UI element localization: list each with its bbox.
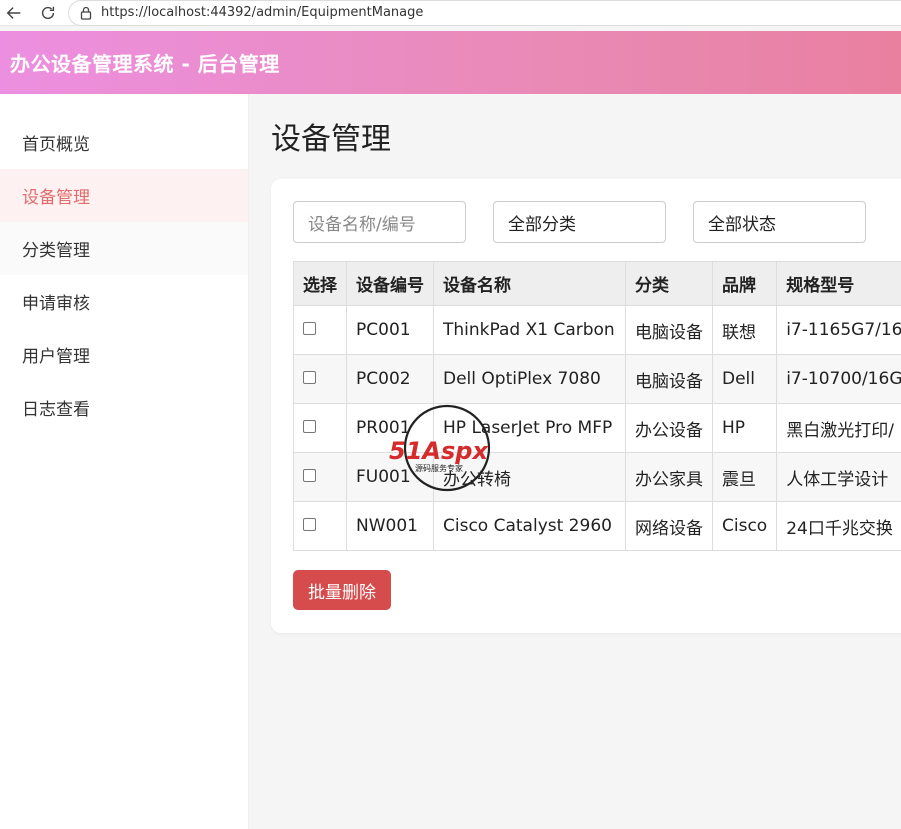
cell-brand: Cisco: [711, 501, 778, 551]
cell-name: Cisco Catalyst 2960: [433, 501, 626, 551]
sidebar-item-users[interactable]: 用户管理: [0, 328, 248, 381]
equipment-card: 设备名称/编号 全部分类 全部状态 选择 设备编号 设备名称 分类 品牌 规格型…: [271, 179, 901, 633]
cell-name: Dell OptiPlex 7080: [433, 354, 626, 404]
header-spec: 规格型号: [776, 261, 901, 306]
header-select: 选择: [293, 261, 347, 306]
filter-bar: 设备名称/编号 全部分类 全部状态: [293, 201, 866, 243]
cell-category: 办公家具: [625, 452, 713, 502]
cell-name: HP LaserJet Pro MFP: [433, 403, 626, 453]
sidebar-item-categories[interactable]: 分类管理: [0, 222, 248, 275]
cell-brand: 联想: [711, 305, 778, 355]
sidebar: 首页概览 设备管理 分类管理 申请审核 用户管理 日志查看: [0, 94, 249, 829]
row-checkbox[interactable]: [303, 469, 316, 482]
reload-icon[interactable]: [36, 1, 60, 25]
header-brand: 品牌: [711, 261, 778, 306]
cell-code: FU001: [346, 452, 434, 502]
cell-code: PR001: [346, 403, 434, 453]
back-icon[interactable]: [2, 1, 26, 25]
cell-category: 办公设备: [625, 403, 713, 453]
sidebar-item-equipment[interactable]: 设备管理: [0, 169, 248, 222]
cell-name: 办公转椅: [433, 452, 626, 502]
search-input[interactable]: 设备名称/编号: [293, 201, 466, 243]
cell-spec: 黑白激光打印/: [776, 403, 901, 453]
category-select[interactable]: 全部分类: [493, 201, 666, 243]
cell-spec: 人体工学设计: [776, 452, 901, 502]
table-header-row: 选择 设备编号 设备名称 分类 品牌 规格型号: [293, 261, 901, 306]
sidebar-item-approvals[interactable]: 申请审核: [0, 275, 248, 328]
main-content: 设备管理 设备名称/编号 全部分类 全部状态 选择 设备编号 设备名称 分类 品…: [249, 94, 901, 829]
cell-name: ThinkPad X1 Carbon: [433, 305, 626, 355]
cell-code: NW001: [346, 501, 434, 551]
cell-brand: HP: [711, 403, 778, 453]
cell-code: PC002: [346, 354, 434, 404]
lock-icon: [80, 6, 92, 20]
page-title: 设备管理: [271, 122, 391, 157]
cell-brand: 震旦: [711, 452, 778, 502]
cell-brand: Dell: [711, 354, 778, 404]
cell-spec: 24口千兆交换: [776, 501, 901, 551]
batch-delete-button[interactable]: 批量删除: [293, 570, 391, 610]
row-checkbox[interactable]: [303, 322, 316, 335]
table-row: PC001 ThinkPad X1 Carbon 电脑设备 联想 i7-1165…: [293, 305, 901, 355]
equipment-table: 选择 设备编号 设备名称 分类 品牌 规格型号 PC001 ThinkPad X…: [293, 261, 901, 551]
table-row: PR001 HP LaserJet Pro MFP 办公设备 HP 黑白激光打印…: [293, 403, 901, 453]
header-name: 设备名称: [433, 261, 626, 306]
header-category: 分类: [625, 261, 713, 306]
cell-code: PC001: [346, 305, 434, 355]
sidebar-item-dashboard[interactable]: 首页概览: [0, 116, 248, 169]
cell-category: 电脑设备: [625, 305, 713, 355]
row-checkbox[interactable]: [303, 518, 316, 531]
table-row: FU001 办公转椅 办公家具 震旦 人体工学设计: [293, 452, 901, 502]
table-row: NW001 Cisco Catalyst 2960 网络设备 Cisco 24口…: [293, 501, 901, 551]
header-code: 设备编号: [346, 261, 434, 306]
cell-spec: i7-10700/16G: [776, 354, 901, 404]
status-select[interactable]: 全部状态: [693, 201, 866, 243]
app-header: 办公设备管理系统 - 后台管理: [0, 31, 901, 94]
app-title: 办公设备管理系统 - 后台管理: [10, 52, 280, 76]
cell-category: 网络设备: [625, 501, 713, 551]
cell-category: 电脑设备: [625, 354, 713, 404]
table-row: PC002 Dell OptiPlex 7080 电脑设备 Dell i7-10…: [293, 354, 901, 404]
row-checkbox[interactable]: [303, 371, 316, 384]
browser-toolbar: https://localhost:44392/admin/EquipmentM…: [0, 0, 901, 26]
row-checkbox[interactable]: [303, 420, 316, 433]
address-bar[interactable]: https://localhost:44392/admin/EquipmentM…: [68, 0, 901, 26]
sidebar-item-logs[interactable]: 日志查看: [0, 381, 248, 434]
url-text: https://localhost:44392/admin/EquipmentM…: [101, 5, 424, 20]
cell-spec: i7-1165G7/16: [776, 305, 901, 355]
